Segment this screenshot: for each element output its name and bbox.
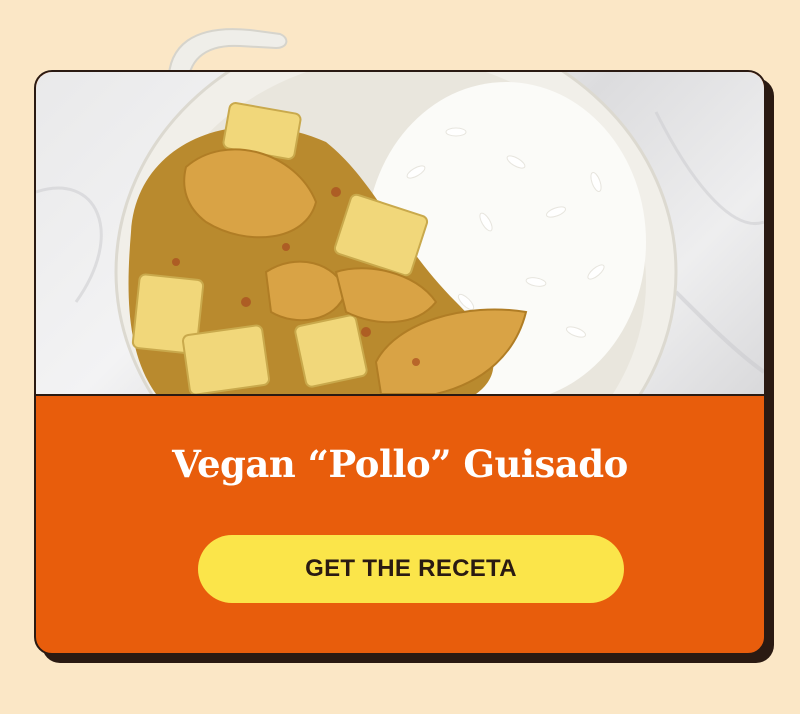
- recipe-photo: [36, 72, 764, 396]
- stew-and-rice-image: [36, 72, 764, 394]
- get-recipe-button[interactable]: GET THE RECETA: [198, 535, 624, 603]
- recipe-title: Vegan “Pollo” Guisado: [172, 442, 628, 486]
- recipe-card: Vegan “Pollo” Guisado GET THE RECETA: [34, 70, 766, 655]
